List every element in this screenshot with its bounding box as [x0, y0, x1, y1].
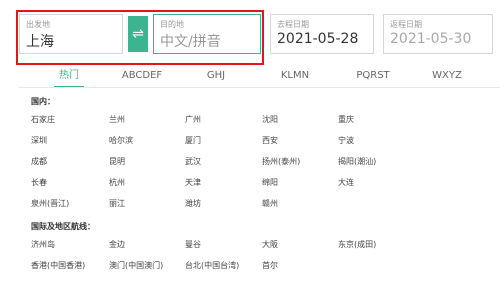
return-date-value: 2021-05-30 [390, 31, 472, 47]
city-item[interactable]: 东京(成田) [338, 239, 376, 250]
city-item[interactable]: 大连 [338, 177, 354, 188]
city-item[interactable]: 绵阳 [262, 177, 278, 188]
city-item[interactable]: 武汉 [185, 156, 201, 167]
city-item[interactable]: 天津 [185, 177, 201, 188]
domestic-title: 国内： [31, 97, 55, 106]
return-date-field[interactable]: 返程日期 2021-05-30 [383, 14, 493, 54]
international-title: 国际及地区航线： [31, 222, 95, 231]
city-item[interactable]: 长春 [31, 177, 47, 188]
city-item[interactable]: 重庆 [338, 114, 354, 125]
city-item[interactable]: 成都 [31, 156, 47, 167]
city-item[interactable]: 大阪 [262, 239, 278, 250]
city-item[interactable]: 石家庄 [31, 114, 55, 125]
tab-wxyz[interactable]: WXYZ [422, 66, 472, 86]
depart-date-label: 去程日期 [277, 20, 309, 29]
city-item[interactable]: 潍坊 [185, 198, 201, 209]
tab-pqrst[interactable]: PQRST [348, 66, 398, 86]
highlight-frame [16, 10, 264, 65]
tab-ghj[interactable]: GHJ [196, 66, 236, 86]
city-item[interactable]: 厦门 [185, 135, 201, 146]
city-item[interactable]: 昆明 [109, 156, 125, 167]
city-item[interactable]: 台北(中国台湾) [185, 260, 239, 271]
city-item[interactable]: 兰州 [109, 114, 125, 125]
tab-klmn[interactable]: KLMN [270, 66, 320, 86]
city-item[interactable]: 丽江 [109, 198, 125, 209]
city-item[interactable]: 金边 [109, 239, 125, 250]
tab-abcdef[interactable]: ABCDEF [112, 66, 172, 86]
city-item[interactable]: 曼谷 [185, 239, 201, 250]
letter-tabs: 热门 ABCDEF GHJ KLMN PQRST WXYZ [18, 66, 500, 88]
city-item[interactable]: 西安 [262, 135, 278, 146]
tab-hot[interactable]: 热门 [54, 66, 84, 88]
city-item[interactable]: 扬州(泰州) [262, 156, 300, 167]
depart-date-value: 2021-05-28 [277, 31, 359, 47]
city-item[interactable]: 哈尔滨 [109, 135, 133, 146]
city-item[interactable]: 杭州 [109, 177, 125, 188]
city-item[interactable]: 深圳 [31, 135, 47, 146]
search-bar: 出发地 上海 ⇌ 目的地 中文/拼音 去程日期 2021-05-28 返程日期 … [0, 0, 500, 66]
city-item[interactable]: 首尔 [262, 260, 278, 271]
city-item[interactable]: 沈阳 [262, 114, 278, 125]
return-date-label: 返程日期 [390, 20, 422, 29]
depart-date-field[interactable]: 去程日期 2021-05-28 [270, 14, 374, 54]
city-item[interactable]: 赣州 [262, 198, 278, 209]
city-item[interactable]: 香港(中国香港) [31, 260, 85, 271]
city-item[interactable]: 揭阳(潮汕) [338, 156, 376, 167]
city-item[interactable]: 济州岛 [31, 239, 55, 250]
city-item[interactable]: 宁波 [338, 135, 354, 146]
city-item[interactable]: 澳门(中国澳门) [109, 260, 163, 271]
city-item[interactable]: 广州 [185, 114, 201, 125]
city-item[interactable]: 泉州(晋江) [31, 198, 69, 209]
tabs-divider [18, 87, 500, 88]
